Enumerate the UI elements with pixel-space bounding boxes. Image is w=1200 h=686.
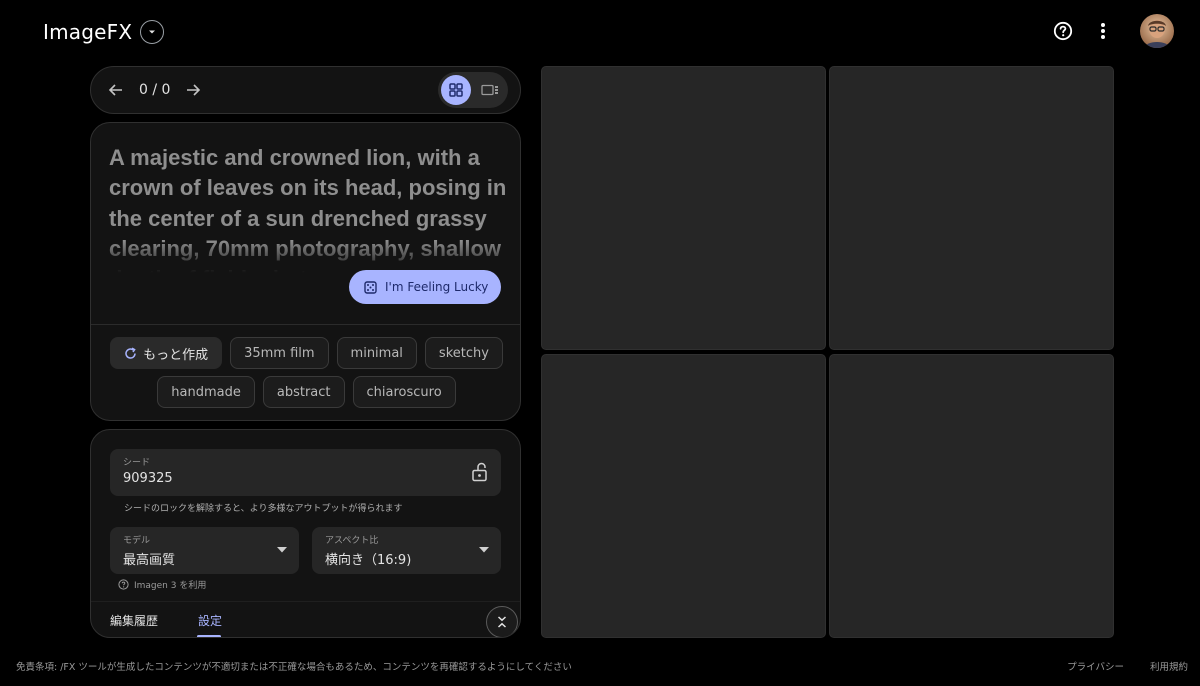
settings-panel: シード 909325 シードのロックを解除すると、より多様なアウトプットが得られ…: [90, 429, 521, 638]
more-vert-icon: [1101, 23, 1105, 39]
model-note-text: Imagen 3 を利用: [134, 581, 207, 591]
chevron-down-icon: [149, 30, 156, 34]
tab-settings[interactable]: 設定: [198, 612, 222, 629]
image-tile[interactable]: [541, 354, 826, 638]
generate-more-label: もっと作成: [143, 347, 209, 363]
style-chips-row-2: handmade abstract chiaroscuro: [91, 376, 520, 408]
feeling-lucky-button[interactable]: I'm Feeling Lucky: [349, 270, 501, 304]
generate-more-button[interactable]: もっと作成: [110, 337, 223, 369]
single-view-icon: [481, 84, 498, 96]
style-chip[interactable]: minimal: [336, 337, 417, 369]
style-chips-row-1: もっと作成 35mm film minimal sketchy: [91, 337, 520, 369]
seed-help-text: シードのロックを解除すると、より多様なアウトプットが得られます: [124, 504, 403, 514]
imagefx-app: ImageFX 0 / 0 A majestic and crowned lio…: [0, 0, 1200, 686]
aspect-ratio-value: 横向き（16:9): [325, 553, 412, 568]
help-circle-icon: [118, 579, 129, 590]
active-tab-indicator: [197, 635, 221, 637]
image-pager: 0 / 0: [90, 66, 521, 114]
help-circle-icon: [1053, 21, 1073, 41]
user-avatar: [1140, 14, 1174, 48]
grid-view-button[interactable]: [441, 75, 471, 105]
divider: [91, 601, 520, 602]
collapse-panel-button[interactable]: [486, 606, 518, 637]
caret-down-icon: [479, 547, 489, 553]
prompt-input[interactable]: A majestic and crowned lion, with a crow…: [109, 143, 509, 273]
style-chip[interactable]: abstract: [262, 376, 345, 408]
model-value: 最高画質: [123, 553, 176, 568]
grid-view-icon: [449, 83, 463, 97]
aspect-ratio-select[interactable]: アスペクト比 横向き（16:9): [312, 527, 501, 574]
model-note: Imagen 3 を利用: [118, 578, 206, 591]
arrow-left-icon: [108, 84, 122, 96]
dice-icon: [364, 280, 377, 294]
model-select[interactable]: モデル 最高画質: [110, 527, 299, 574]
footer-links: プライバシー 利用規約: [1067, 659, 1188, 673]
caret-down-icon: [277, 547, 287, 553]
seed-value: 909325: [123, 471, 173, 486]
collapse-icon: [497, 616, 507, 628]
model-label: モデル: [123, 536, 151, 546]
feeling-lucky-label: I'm Feeling Lucky: [385, 280, 489, 294]
image-tile[interactable]: [541, 66, 826, 350]
seed-field[interactable]: シード 909325: [110, 449, 501, 496]
app-title: ImageFX: [43, 20, 133, 44]
account-avatar-button[interactable]: [1140, 14, 1174, 48]
more-options-button[interactable]: [1090, 18, 1116, 44]
image-tile[interactable]: [829, 66, 1114, 350]
privacy-link[interactable]: プライバシー: [1067, 659, 1124, 673]
aspect-ratio-label: アスペクト比: [325, 536, 379, 546]
refresh-icon: [125, 347, 136, 359]
style-chip[interactable]: chiaroscuro: [352, 376, 456, 408]
seed-lock-button[interactable]: [471, 462, 491, 482]
app-switcher-button[interactable]: [140, 20, 165, 44]
terms-link[interactable]: 利用規約: [1150, 659, 1188, 673]
style-chip[interactable]: 35mm film: [230, 337, 329, 369]
single-view-button[interactable]: [475, 75, 505, 105]
view-mode-toggle: [438, 72, 508, 108]
disclaimer: 免責条項: /FX ツールが生成したコンテンツが不適切または不正確な場合もあるた…: [16, 662, 572, 673]
style-chip[interactable]: sketchy: [424, 337, 503, 369]
next-button[interactable]: [184, 81, 202, 99]
previous-button[interactable]: [107, 81, 125, 99]
tab-edit-history[interactable]: 編集履歴: [110, 612, 158, 629]
help-button[interactable]: [1050, 18, 1076, 44]
divider: [91, 324, 520, 325]
arrow-right-icon: [187, 84, 201, 96]
prompt-panel: A majestic and crowned lion, with a crow…: [90, 122, 521, 421]
page-count: 0 / 0: [139, 82, 171, 98]
unlock-icon: [472, 462, 487, 482]
image-tile[interactable]: [829, 354, 1114, 638]
brand: ImageFX: [43, 20, 165, 44]
style-chip[interactable]: handmade: [157, 376, 255, 408]
seed-label: シード: [123, 458, 151, 468]
header-actions: [1050, 14, 1174, 48]
